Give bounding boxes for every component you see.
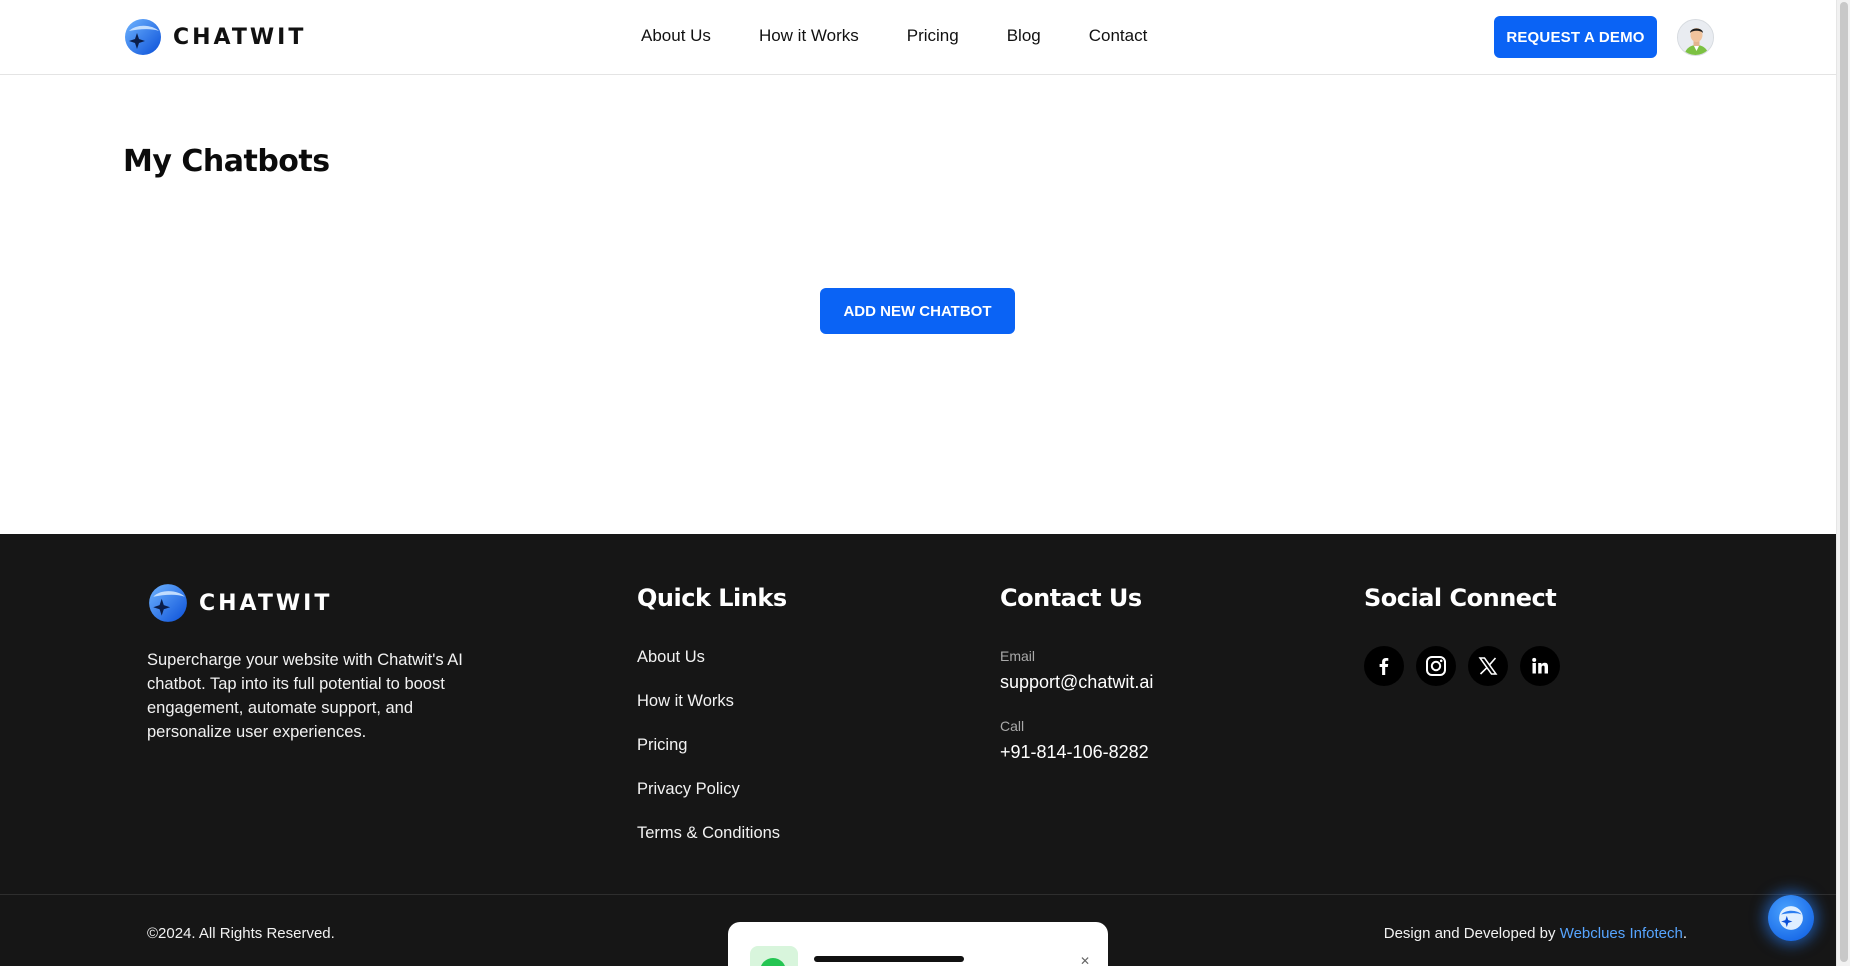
brand-name: CHATWIT: [173, 24, 307, 50]
social-connect-title: Social Connect: [1364, 584, 1557, 612]
developer-credit: Design and Developed by Webclues Infotec…: [1384, 925, 1687, 942]
popup-close-icon[interactable]: ✕: [1080, 954, 1090, 966]
instagram-icon: [1426, 656, 1446, 676]
nav-pricing[interactable]: Pricing: [907, 26, 959, 46]
notification-popup[interactable]: ✕: [728, 922, 1108, 966]
facebook-link[interactable]: [1364, 646, 1404, 686]
footer-divider: [0, 894, 1836, 895]
page-scrollbar[interactable]: [1836, 0, 1850, 966]
x-link[interactable]: [1468, 646, 1508, 686]
quick-link-pricing[interactable]: Pricing: [637, 736, 780, 780]
quick-link-terms[interactable]: Terms & Conditions: [637, 824, 780, 868]
nav-about-us[interactable]: About Us: [641, 26, 711, 46]
x-icon: [1478, 657, 1498, 675]
add-new-chatbot-button[interactable]: ADD NEW CHATBOT: [820, 288, 1015, 334]
chatwit-logo-icon: [1779, 906, 1803, 930]
quick-links-list: About Us How it Works Pricing Privacy Po…: [637, 648, 780, 868]
request-demo-button[interactable]: REQUEST A DEMO: [1494, 16, 1657, 58]
webclues-infotech-link[interactable]: Webclues Infotech: [1560, 925, 1683, 942]
footer-brand-logo[interactable]: CHATWIT: [147, 582, 332, 624]
contact-us-title: Contact Us: [1000, 584, 1142, 612]
main-nav: About Us How it Works Pricing Blog Conta…: [641, 26, 1147, 46]
credit-prefix: Design and Developed by: [1383, 925, 1560, 942]
user-avatar[interactable]: [1677, 19, 1714, 56]
email-label: Email: [1000, 648, 1036, 664]
whatsapp-icon: [750, 946, 798, 966]
chatwit-logo-icon: [125, 19, 161, 55]
credit-suffix: .: [1682, 925, 1687, 942]
call-label: Call: [1000, 718, 1025, 734]
footer-description: Supercharge your website with Chatwit's …: [147, 651, 463, 741]
chat-widget-button[interactable]: [1768, 895, 1814, 941]
brand-logo[interactable]: CHATWIT: [123, 17, 306, 57]
support-email-link[interactable]: support@chatwit.ai: [1000, 672, 1153, 693]
nav-how-it-works[interactable]: How it Works: [759, 26, 859, 46]
social-links: [1364, 646, 1560, 686]
linkedin-icon: [1532, 657, 1548, 674]
page-title: My Chatbots: [123, 144, 330, 179]
popup-heading-fragment: [814, 956, 964, 962]
scrollbar-thumb[interactable]: [1840, 2, 1848, 962]
quick-links-title: Quick Links: [637, 584, 787, 612]
nav-blog[interactable]: Blog: [1007, 26, 1041, 46]
phone-link[interactable]: +91-814-106-8282: [1000, 742, 1149, 763]
copyright-text: ©2024. All Rights Reserved.: [147, 925, 335, 942]
quick-link-privacy-policy[interactable]: Privacy Policy: [637, 780, 780, 824]
linkedin-link[interactable]: [1520, 646, 1560, 686]
footer-brand-name: CHATWIT: [199, 590, 333, 616]
instagram-link[interactable]: [1416, 646, 1456, 686]
quick-link-about-us[interactable]: About Us: [637, 648, 780, 692]
site-header: CHATWIT About Us How it Works Pricing Bl…: [0, 0, 1836, 75]
quick-link-how-it-works[interactable]: How it Works: [637, 692, 780, 736]
site-footer: CHATWIT Supercharge your website with Ch…: [0, 534, 1836, 966]
nav-contact[interactable]: Contact: [1089, 26, 1148, 46]
user-avatar-icon: [1678, 20, 1713, 55]
facebook-icon: [1379, 658, 1389, 675]
chatwit-logo-icon: [149, 584, 187, 622]
